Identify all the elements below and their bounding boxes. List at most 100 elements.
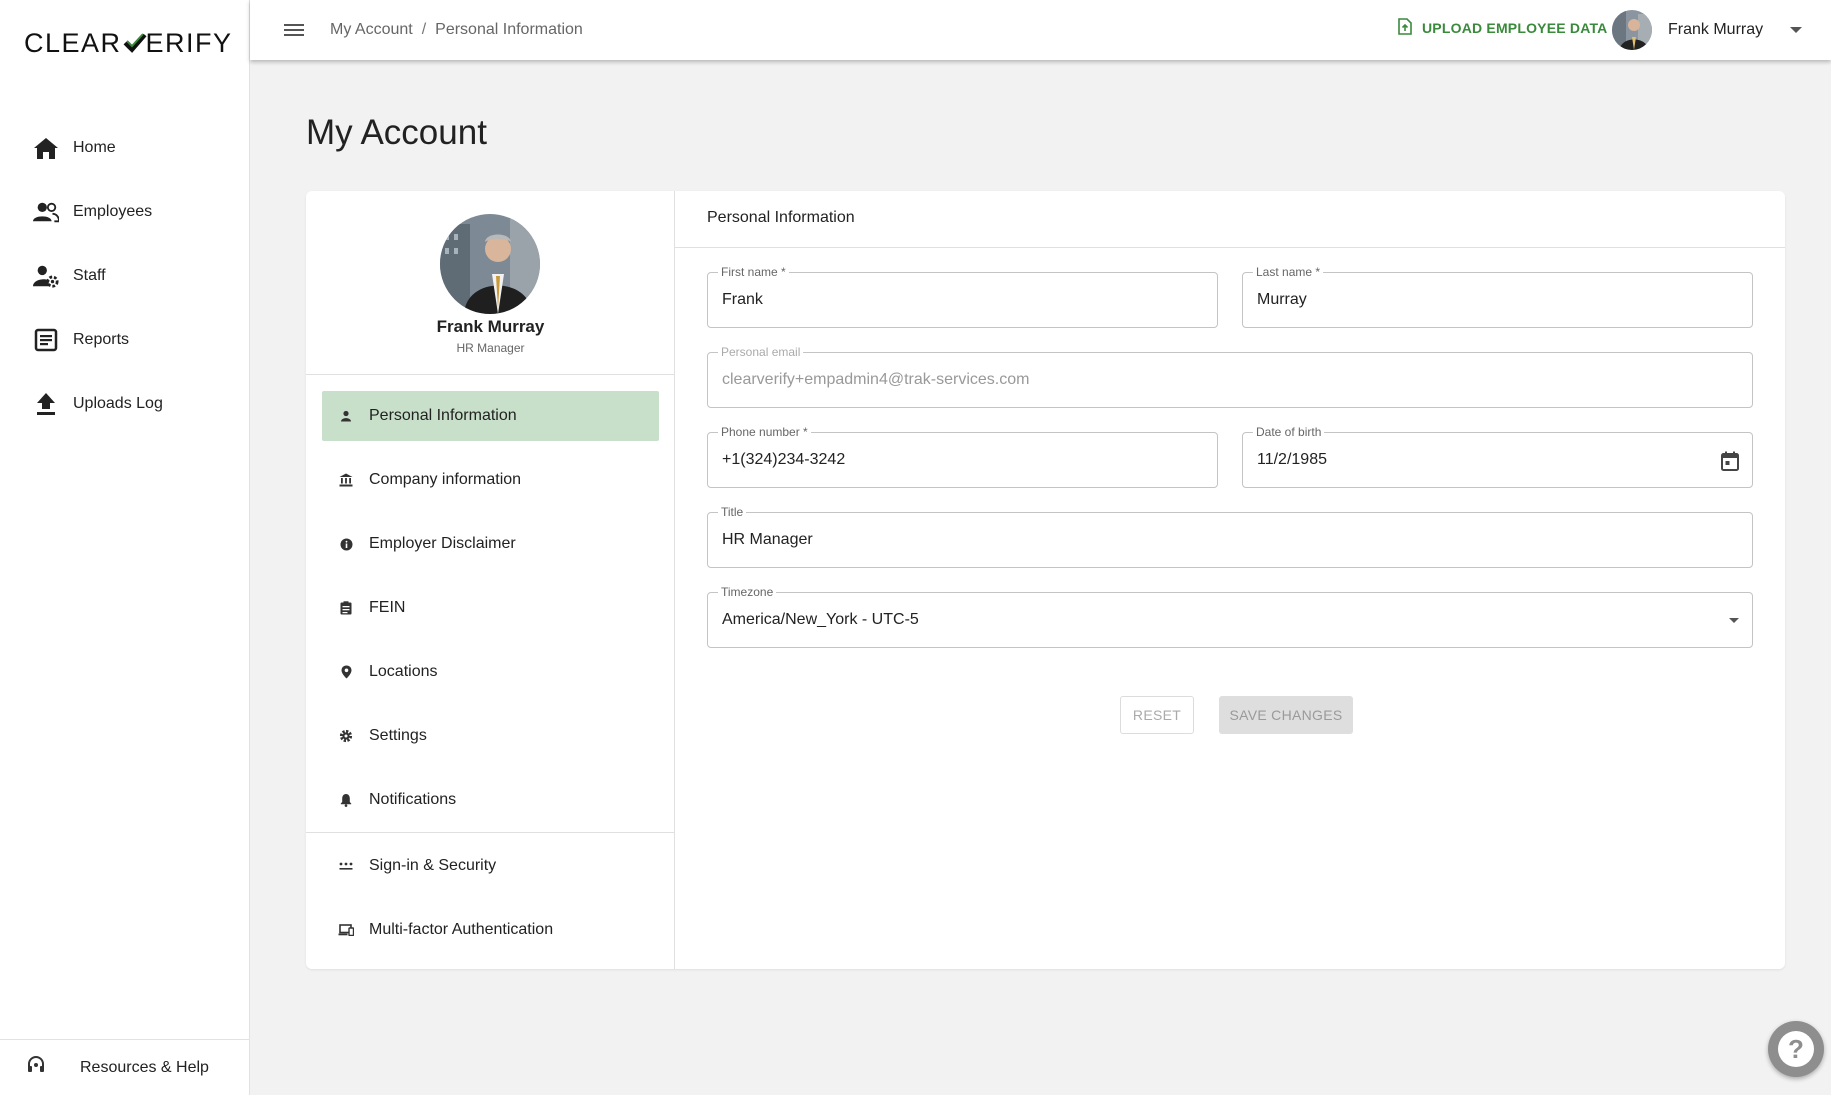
sidebar-item-label: Reports — [73, 331, 130, 348]
save-changes-button[interactable]: SAVE CHANGES — [1219, 696, 1353, 734]
user-name: Frank Murray — [1668, 21, 1764, 38]
sidebar-item-label: Employees — [73, 203, 153, 220]
user-menu[interactable]: Frank Murray — [1612, 10, 1803, 50]
menu-item-settings[interactable]: Settings — [322, 711, 659, 761]
timezone-select[interactable]: Timezone America/New_York - UTC-5 — [707, 585, 1753, 648]
title-field[interactable]: Title — [707, 505, 1753, 568]
sidebar-item-uploads-log[interactable]: Uploads Log — [0, 372, 250, 436]
gear-icon — [338, 728, 354, 744]
menu-item-label: Company information — [369, 471, 522, 488]
menu-item-label: Locations — [369, 663, 438, 680]
bell-icon — [338, 792, 354, 808]
security-menu: Sign-in & Security Multi-factor Authenti… — [322, 841, 659, 969]
timezone-label: Timezone — [718, 585, 777, 599]
menu-item-label: Sign-in & Security — [369, 857, 497, 874]
clipboard-icon — [338, 600, 354, 616]
sidebar-item-reports[interactable]: Reports — [0, 308, 250, 372]
info-icon — [338, 536, 354, 552]
support-headset-icon — [26, 1055, 46, 1080]
logo-text-left: CLEAR — [24, 28, 122, 58]
profile-name: Frank Murray — [436, 317, 545, 336]
reports-icon — [33, 327, 59, 353]
menu-divider — [306, 832, 675, 833]
menu-item-label: Settings — [369, 727, 427, 744]
date-of-birth-field[interactable]: Date of birth — [1242, 425, 1753, 488]
devices-icon — [338, 922, 354, 938]
personal-email-input — [722, 371, 1706, 389]
resources-help-label: Resources & Help — [80, 1058, 209, 1076]
menu-item-label: Personal Information — [369, 407, 517, 424]
date-of-birth-label: Date of birth — [1253, 425, 1325, 439]
personal-email-label: Personal email — [718, 345, 804, 359]
profile-avatar — [440, 214, 540, 314]
sidebar-item-home[interactable]: Home — [0, 116, 250, 180]
staff-gear-icon — [33, 263, 59, 289]
upload-icon — [33, 391, 59, 417]
personal-email-field: Personal email — [707, 345, 1753, 408]
sidebar-nav: Home Employees Staff Reports Uploads Log — [0, 116, 250, 436]
account-menu: Personal Information Company information… — [322, 391, 659, 839]
menu-item-label: FEIN — [369, 599, 406, 616]
breadcrumb-personal-information: Personal Information — [435, 21, 583, 38]
first-name-label: First name * — [718, 265, 789, 279]
menu-item-personal-information[interactable]: Personal Information — [322, 391, 659, 441]
help-question-icon: ? — [1778, 1031, 1814, 1067]
sidebar-item-label: Home — [73, 139, 116, 156]
home-icon — [33, 135, 59, 161]
last-name-label: Last name * — [1253, 265, 1324, 279]
sidebar-item-label: Uploads Log — [73, 395, 163, 412]
profile-role: HR Manager — [456, 341, 525, 355]
menu-item-notifications[interactable]: Notifications — [322, 775, 659, 825]
section-header: Personal Information — [675, 191, 1785, 248]
breadcrumb: My Account / Personal Information — [330, 21, 583, 39]
sidebar-item-label: Staff — [73, 267, 106, 284]
last-name-field[interactable]: Last name * — [1242, 265, 1753, 328]
menu-item-multi-factor-authentication[interactable]: Multi-factor Authentication — [322, 905, 659, 955]
breadcrumb-my-account[interactable]: My Account — [330, 21, 413, 39]
person-icon — [338, 408, 354, 424]
location-pin-icon — [338, 664, 354, 680]
menu-item-sign-in-security[interactable]: Sign-in & Security — [322, 841, 659, 891]
page-title: My Account — [306, 113, 487, 152]
account-nav-panel: Frank Murray HR Manager Personal Informa… — [306, 191, 675, 969]
menu-item-label: Employer Disclaimer — [369, 535, 516, 552]
section-title: Personal Information — [707, 209, 855, 226]
phone-number-field[interactable]: Phone number * — [707, 425, 1218, 488]
date-of-birth-input[interactable] — [1257, 451, 1706, 469]
sidebar-item-staff[interactable]: Staff — [0, 244, 250, 308]
sidebar-item-employees[interactable]: Employees — [0, 180, 250, 244]
menu-item-company-information[interactable]: Company information — [322, 455, 659, 505]
menu-item-employer-disclaimer[interactable]: Employer Disclaimer — [322, 519, 659, 569]
phone-number-label: Phone number * — [718, 425, 811, 439]
first-name-field[interactable]: First name * — [707, 265, 1218, 328]
logo-text-right: ERIFY — [145, 28, 233, 58]
title-input[interactable] — [722, 531, 1706, 549]
menu-item-locations[interactable]: Locations — [322, 647, 659, 697]
resources-help-link[interactable]: Resources & Help — [0, 1039, 250, 1095]
password-dots-icon — [338, 858, 354, 874]
sidebar: CLEAR ERIFY Home Employees Staff Reports… — [0, 0, 250, 1095]
menu-item-label: Notifications — [369, 791, 457, 808]
phone-number-input[interactable] — [722, 451, 1171, 469]
personal-information-panel: Personal Information First name * Last n… — [675, 191, 1785, 969]
chevron-down-icon — [1790, 27, 1803, 33]
bank-icon — [338, 472, 354, 488]
hamburger-menu-icon[interactable] — [282, 18, 306, 42]
breadcrumb-separator: / — [421, 21, 427, 38]
clearverify-logo[interactable]: CLEAR ERIFY — [24, 28, 233, 59]
top-bar: My Account / Personal Information UPLOAD… — [250, 0, 1831, 60]
timezone-value: America/New_York - UTC-5 — [722, 611, 919, 628]
upload-employee-data-button[interactable]: UPLOAD EMPLOYEE DATA — [1398, 18, 1608, 38]
logo-check-icon — [122, 30, 148, 58]
avatar — [1612, 10, 1652, 50]
menu-item-label: Multi-factor Authentication — [369, 921, 554, 938]
first-name-input[interactable] — [722, 291, 1171, 309]
last-name-input[interactable] — [1257, 291, 1706, 309]
upload-employee-data-label: UPLOAD EMPLOYEE DATA — [1422, 20, 1608, 36]
profile-summary: Frank Murray HR Manager — [306, 191, 675, 375]
menu-item-fein[interactable]: FEIN — [322, 583, 659, 633]
calendar-icon[interactable] — [1718, 449, 1742, 473]
people-icon — [33, 199, 59, 225]
reset-button[interactable]: RESET — [1120, 696, 1194, 734]
help-button[interactable]: ? — [1768, 1021, 1824, 1077]
